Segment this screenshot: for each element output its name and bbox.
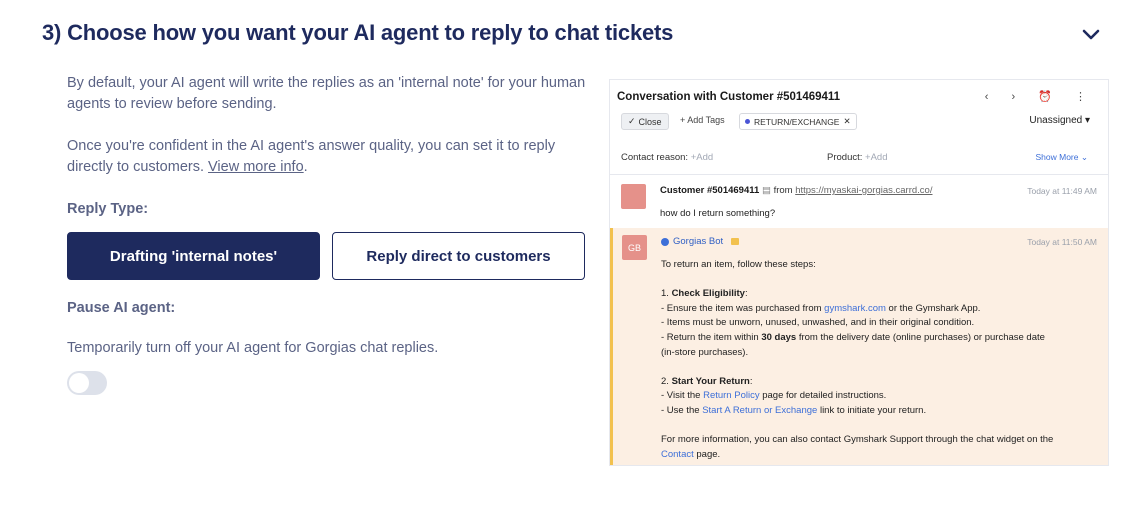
product-label: Product:	[827, 152, 863, 163]
conversation-header-icons: ‹ › ⏰ ⋮	[984, 91, 1096, 103]
bot-text: from the delivery date (online purchases…	[796, 331, 1045, 343]
bot-line: To return an item, follow these steps:	[661, 259, 816, 270]
source-url: https://myaskai-gorgias.carrd.co/	[795, 185, 933, 196]
bot-text: :	[744, 288, 748, 300]
conversation-preview-image: Conversation with Customer #501469411 ‹ …	[609, 79, 1109, 466]
bot-link: Start A Return or Exchange	[702, 404, 818, 416]
show-more-label: Show More	[1035, 152, 1079, 162]
close-label: Close	[638, 116, 662, 127]
show-more-link: Show More ⌄	[1036, 152, 1089, 163]
intro-paragraph-text: Once you're confident in the AI agent's …	[67, 138, 556, 175]
divider	[610, 174, 1108, 175]
bot-line: - Visit the Return Policy page for detai…	[661, 389, 1101, 404]
toggle-knob	[69, 373, 89, 393]
customer-avatar	[621, 184, 646, 209]
bot-line: - Return the item within 30 days from th…	[661, 331, 1101, 346]
bot-line: (in-store purchases).	[661, 346, 749, 358]
bot-line-blank	[661, 360, 1101, 375]
bot-avatar: GB	[622, 235, 647, 260]
section-title: 3) Choose how you want your AI agent to …	[42, 20, 674, 45]
tag-label: RETURN/EXCHANGE	[754, 116, 840, 127]
internal-note-icon	[731, 238, 740, 245]
bot-text: link to initiate your return.	[817, 404, 927, 416]
customer-message-body: how do I return something?	[660, 208, 776, 219]
intro-paragraph-end: .	[303, 159, 308, 175]
bot-text-bold: Start Your Return	[671, 375, 750, 387]
chat-icon: ▤	[761, 185, 774, 196]
bot-text-bold: Check Eligibility	[671, 288, 745, 300]
bot-text: - Ensure the item was purchased from	[661, 302, 825, 314]
chevron-down-icon: ⌄	[1080, 152, 1088, 162]
reply-type-label: Reply Type:	[67, 201, 149, 217]
pause-ai-agent-toggle[interactable]	[67, 371, 107, 395]
bot-text: - Return the item within	[661, 331, 762, 343]
customer-message-time: Today at 11:49 AM	[1027, 186, 1097, 196]
conversation-title: Conversation with Customer #501469411	[617, 91, 841, 103]
pause-ai-agent-label: Pause AI agent:	[67, 300, 176, 316]
pause-description: Temporarily turn off your AI agent for G…	[67, 340, 439, 356]
drafting-internal-notes-button[interactable]: Drafting 'internal notes'	[67, 232, 320, 280]
bot-line: 2. Start Your Return:	[661, 375, 1101, 390]
intro-paragraph-direct-reply: Once you're confident in the AI agent's …	[67, 136, 587, 178]
contact-reason-label: Contact reason:	[621, 152, 689, 163]
assignee-label: Unassigned	[1029, 115, 1083, 126]
bot-text: page for detailed instructions.	[759, 390, 887, 402]
add-tags-button: + Add Tags	[680, 115, 725, 125]
user-icon	[661, 237, 669, 246]
bot-text: page.	[693, 448, 721, 460]
product-value: +Add	[865, 152, 888, 163]
bot-link: Return Policy	[703, 390, 760, 402]
bot-message-body: To return an item, follow these steps: 1…	[661, 258, 1101, 462]
via-label: from	[773, 185, 793, 196]
close-icon: ✕	[843, 116, 851, 126]
tag-dot-icon	[745, 119, 750, 124]
contact-reason-field: Contact reason: +Add	[621, 152, 713, 163]
bot-text: - Use the	[661, 404, 703, 416]
bot-text-bold: 30 days	[761, 331, 797, 343]
view-more-info-link[interactable]: View more info	[208, 159, 304, 175]
contact-reason-value: +Add	[690, 152, 714, 163]
bot-line: - Use the Start A Return or Exchange lin…	[661, 404, 1101, 419]
customer-name: Customer #501469411	[660, 185, 760, 196]
bot-line: For more information, you can also conta…	[661, 434, 1054, 446]
bot-message-time: Today at 11:50 AM	[1027, 237, 1097, 247]
product-field: Product: +Add	[827, 152, 887, 163]
check-icon: ✓	[628, 116, 636, 126]
customer-message-header: Customer #501469411 ▤ from https://myask…	[660, 185, 932, 196]
close-ticket-button: ✓ Close	[621, 113, 669, 130]
tag-chip: RETURN/EXCHANGE ✕	[739, 113, 857, 130]
bot-link: gymshark.com	[824, 302, 886, 314]
bot-text: or the Gymshark App.	[885, 302, 981, 314]
bot-link: Contact	[661, 448, 694, 460]
reply-direct-to-customers-button[interactable]: Reply direct to customers	[332, 232, 585, 280]
intro-paragraph-internal-note: By default, your AI agent will write the…	[67, 75, 586, 112]
bot-name: Gorgias Bot	[661, 236, 740, 247]
caret-down-icon: ▾	[1084, 115, 1090, 126]
bot-text: :	[749, 375, 753, 387]
bot-name-label: Gorgias Bot	[673, 236, 724, 247]
bot-internal-note: GB Gorgias Bot Today at 11:50 AM To retu…	[610, 228, 1108, 465]
bot-text: 1.	[661, 288, 672, 300]
bot-line-blank	[661, 273, 1101, 288]
assignee-dropdown: Unassigned ▾	[1029, 115, 1090, 126]
bot-line: Contact page.	[661, 448, 1101, 463]
bot-line-blank	[661, 419, 1101, 434]
bot-line: - Ensure the item was purchased from gym…	[661, 302, 1101, 317]
bot-line: - Items must be unworn, unused, unwashed…	[661, 317, 975, 329]
bot-line: 1. Check Eligibility:	[661, 287, 1101, 302]
bot-text: 2.	[661, 375, 672, 387]
chevron-down-icon[interactable]	[1080, 26, 1102, 44]
bot-text: - Visit the	[661, 390, 704, 402]
